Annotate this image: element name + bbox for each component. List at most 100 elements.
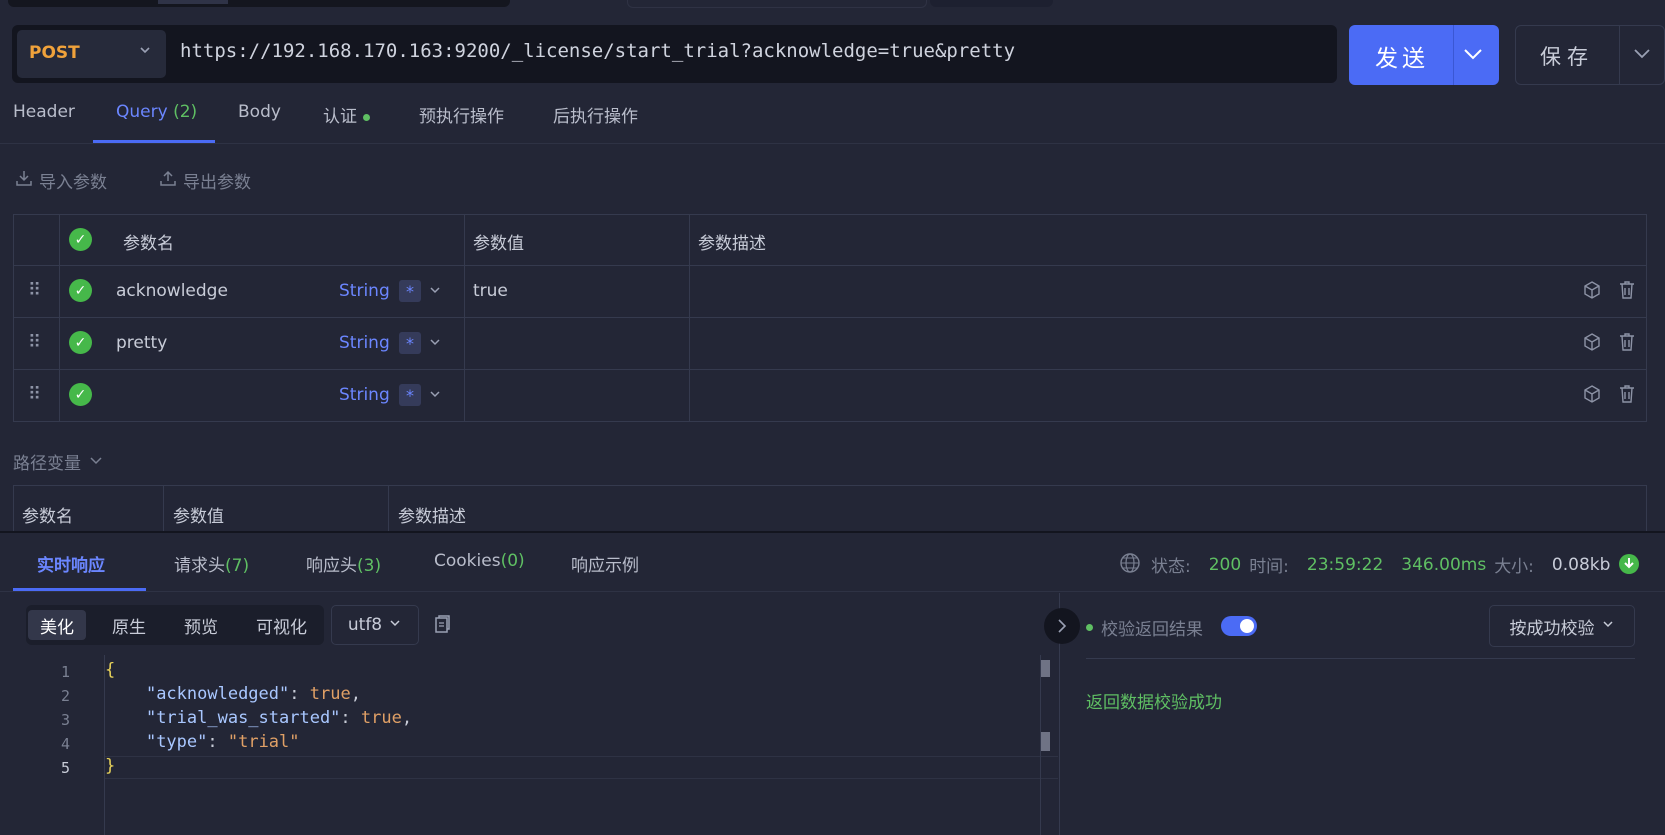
tab-pre-script[interactable]: 预执行操作 bbox=[419, 102, 504, 127]
tab-query-count: (2) bbox=[173, 102, 198, 122]
format-raw-button[interactable]: 原生 bbox=[100, 610, 158, 640]
drag-handle-icon[interactable]: ⠿ bbox=[28, 332, 41, 353]
cube-icon[interactable] bbox=[1582, 384, 1602, 409]
col-header-desc: 参数描述 bbox=[698, 234, 766, 254]
upload-icon bbox=[159, 169, 177, 192]
path-vars-toggle[interactable]: 路径变量 bbox=[13, 449, 103, 474]
row-checkbox[interactable]: ✓ bbox=[69, 383, 92, 406]
export-params-button[interactable]: 导出参数 bbox=[159, 168, 251, 193]
tab-live-response[interactable]: 实时响应 bbox=[37, 551, 105, 576]
top-tab-remnant bbox=[158, 0, 228, 4]
format-pretty-button[interactable]: 美化 bbox=[28, 610, 86, 640]
table-divider bbox=[464, 214, 465, 422]
import-params-button[interactable]: 导入参数 bbox=[15, 168, 107, 193]
verify-divider bbox=[1086, 658, 1635, 659]
cube-icon[interactable] bbox=[1582, 332, 1602, 357]
verify-toggle[interactable] bbox=[1221, 616, 1257, 636]
params-table bbox=[13, 214, 1647, 422]
method-select[interactable]: POST bbox=[17, 30, 166, 78]
save-dropdown-icon[interactable] bbox=[1631, 41, 1653, 72]
chevron-down-icon bbox=[388, 615, 402, 635]
code-line: } bbox=[105, 756, 116, 776]
table-divider bbox=[689, 214, 690, 422]
url-input[interactable]: https://192.168.170.163:9200/_license/st… bbox=[180, 40, 1015, 62]
status-label: 状态: bbox=[1151, 557, 1191, 577]
encoding-select[interactable]: utf8 bbox=[331, 605, 419, 645]
code-line: "acknowledged": true, bbox=[145, 684, 361, 704]
verify-header: 校验返回结果 bbox=[1086, 615, 1203, 640]
drag-handle-icon[interactable]: ⠿ bbox=[28, 280, 41, 301]
scrollbar-marker[interactable] bbox=[1041, 660, 1050, 677]
tab-body[interactable]: Body bbox=[238, 102, 281, 122]
line-number: 2 bbox=[60, 687, 70, 705]
status-code: 200 bbox=[1208, 554, 1242, 575]
verify-mode-select[interactable]: 按成功校验 bbox=[1489, 605, 1635, 647]
download-response-icon[interactable] bbox=[1618, 553, 1640, 580]
verify-status-dot bbox=[1086, 624, 1093, 631]
table-divider bbox=[59, 214, 60, 422]
tab-post-script[interactable]: 后执行操作 bbox=[553, 102, 638, 127]
format-visualize-button[interactable]: 可视化 bbox=[244, 610, 319, 640]
time-label: 时间: bbox=[1249, 557, 1289, 577]
chevron-down-icon[interactable] bbox=[428, 282, 442, 302]
code-line: "type": "trial" bbox=[145, 732, 300, 752]
cube-icon[interactable] bbox=[1582, 280, 1602, 305]
table-divider bbox=[13, 317, 1647, 318]
top-field-remnant bbox=[627, 0, 927, 8]
tab-auth[interactable]: 认证 bbox=[323, 102, 370, 127]
path-vars-title: 路径变量 bbox=[13, 454, 81, 474]
row-checkbox[interactable]: ✓ bbox=[69, 279, 92, 302]
col-header-value: 参数值 bbox=[473, 234, 524, 254]
line-number: 3 bbox=[60, 711, 70, 729]
save-divider bbox=[1619, 26, 1620, 84]
chevron-down-icon bbox=[138, 42, 152, 62]
size-value: 0.08kb bbox=[1551, 554, 1611, 575]
tab-request-headers[interactable]: 请求头(7) bbox=[174, 551, 249, 576]
param-name[interactable]: pretty bbox=[116, 333, 167, 353]
save-label: 保存 bbox=[1540, 45, 1594, 69]
select-all-checkbox[interactable]: ✓ bbox=[69, 228, 92, 251]
drag-handle-icon[interactable]: ⠿ bbox=[28, 384, 41, 405]
path-col-desc: 参数描述 bbox=[398, 507, 466, 527]
required-toggle[interactable]: * bbox=[399, 384, 421, 406]
send-button[interactable]: 发送 bbox=[1349, 25, 1499, 85]
code-line: { bbox=[105, 660, 116, 680]
tab-response-example[interactable]: 响应示例 bbox=[571, 551, 639, 576]
tab-query[interactable]: Query (2) bbox=[116, 102, 197, 122]
param-type[interactable]: String bbox=[339, 333, 390, 353]
param-value[interactable]: true bbox=[473, 281, 508, 301]
tab-cookies[interactable]: Cookies(0) bbox=[434, 551, 525, 571]
table-divider bbox=[388, 485, 389, 531]
chevron-down-icon[interactable] bbox=[428, 386, 442, 406]
save-button[interactable]: 保存 bbox=[1515, 25, 1665, 85]
line-number: 5 bbox=[60, 759, 70, 777]
row-checkbox[interactable]: ✓ bbox=[69, 331, 92, 354]
trash-icon[interactable] bbox=[1617, 331, 1637, 358]
scrollbar-marker[interactable] bbox=[1041, 732, 1050, 751]
param-type[interactable]: String bbox=[339, 385, 390, 405]
col-header-name: 参数名 bbox=[123, 234, 174, 254]
format-preview-button[interactable]: 预览 bbox=[172, 610, 230, 640]
path-col-name: 参数名 bbox=[22, 507, 73, 527]
send-divider bbox=[1453, 25, 1454, 85]
tabs-divider bbox=[0, 143, 1665, 144]
tab-header[interactable]: Header bbox=[13, 102, 75, 122]
trash-icon[interactable] bbox=[1617, 279, 1637, 306]
required-toggle[interactable]: * bbox=[399, 280, 421, 302]
param-name[interactable]: acknowledge bbox=[116, 281, 228, 301]
chevron-right-icon[interactable] bbox=[1044, 608, 1080, 644]
table-divider bbox=[13, 369, 1647, 370]
chevron-down-icon[interactable] bbox=[428, 334, 442, 354]
toggle-knob bbox=[1240, 619, 1254, 633]
line-number: 1 bbox=[60, 663, 70, 681]
copy-icon[interactable] bbox=[432, 614, 452, 641]
required-toggle[interactable]: * bbox=[399, 332, 421, 354]
send-dropdown-icon[interactable] bbox=[1461, 39, 1485, 75]
param-type[interactable]: String bbox=[339, 281, 390, 301]
trash-icon[interactable] bbox=[1617, 383, 1637, 410]
path-col-value: 参数值 bbox=[173, 507, 224, 527]
verify-result: 返回数据校验成功 bbox=[1086, 693, 1222, 713]
verify-label: 校验返回结果 bbox=[1101, 620, 1203, 640]
send-label: 发送 bbox=[1375, 46, 1429, 72]
tab-response-headers[interactable]: 响应头(3) bbox=[306, 551, 381, 576]
